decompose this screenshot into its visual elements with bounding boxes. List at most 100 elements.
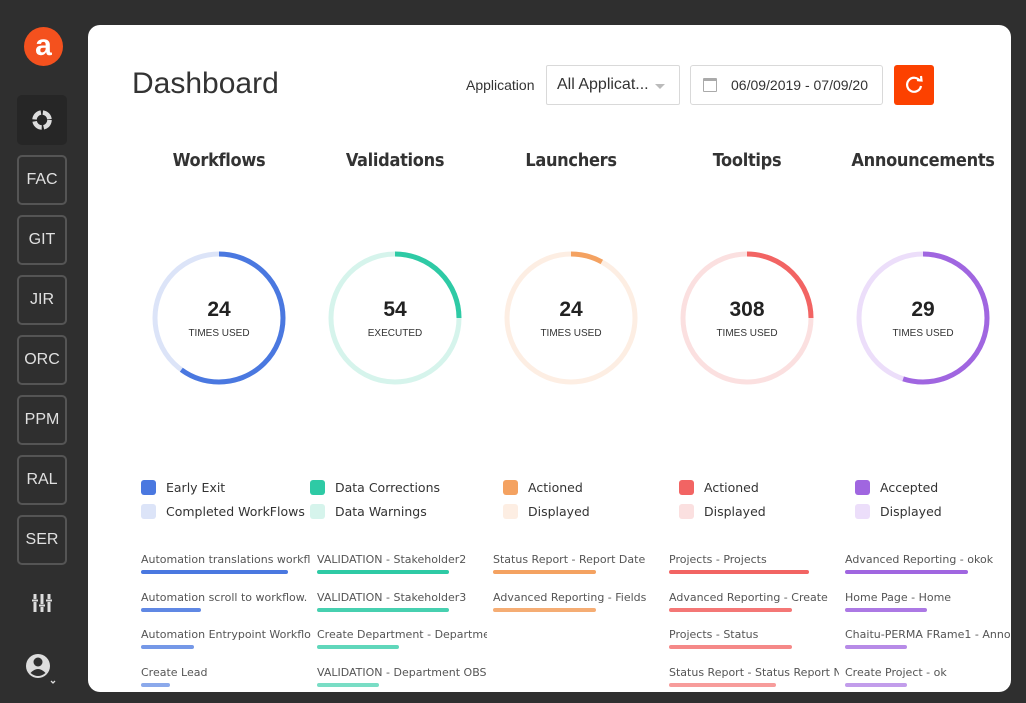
bar-row[interactable]: Create Project - ok: [845, 666, 1011, 693]
donut-chart[interactable]: 54 EXECUTED: [327, 250, 463, 386]
sliders-button[interactable]: [17, 592, 67, 632]
user-menu-button[interactable]: [17, 652, 67, 692]
card-title: Validations: [345, 150, 445, 171]
top-items-list: VALIDATION - Stakeholder2 VALIDATION - S…: [317, 553, 493, 692]
card-title: Announcements: [851, 150, 995, 171]
bar-row[interactable]: Status Report - Report Date: [493, 553, 669, 591]
legend-item: Data Corrections: [310, 480, 486, 504]
bar-label: Create Department - Departme: [317, 628, 487, 641]
legend: Actioned Displayed: [679, 480, 855, 528]
application-label: Application: [466, 77, 535, 93]
application-select[interactable]: All Applicat...: [546, 65, 680, 105]
bar-row[interactable]: Advanced Reporting - Fields: [493, 591, 669, 629]
bar-label: VALIDATION - Department OBS: [317, 665, 487, 679]
sidebar-item-dashboard[interactable]: [17, 95, 67, 145]
legend-swatch: [503, 480, 518, 495]
donut-chart[interactable]: 29 TIMES USED: [855, 250, 991, 386]
legend-swatch: [503, 504, 518, 519]
bar-row[interactable]: VALIDATION - Stakeholder2: [317, 553, 493, 591]
legend-item: Displayed: [679, 504, 855, 528]
date-range-picker[interactable]: 06/09/2019 - 07/09/20: [690, 65, 883, 105]
sidebar-item-ser[interactable]: SER: [17, 515, 67, 565]
legend-swatch: [310, 480, 325, 495]
donut-chart[interactable]: 24 TIMES USED: [151, 250, 287, 386]
bar-row[interactable]: Advanced Reporting - okok: [845, 553, 1011, 591]
top-items-list: Projects - Projects Advanced Reporting -…: [669, 553, 845, 692]
calendar-icon: [703, 78, 717, 92]
chevron-down-icon: [655, 84, 665, 89]
bar-row[interactable]: VALIDATION - Stakeholder3: [317, 591, 493, 629]
card-title: Workflows: [172, 150, 266, 171]
bar-fill: [845, 570, 969, 574]
legend-swatch: [141, 504, 156, 519]
refresh-button[interactable]: [894, 65, 934, 105]
bar-fill: [141, 570, 288, 574]
bar-fill: [845, 607, 928, 612]
bar-fill: [141, 645, 194, 649]
legend-item: Completed WorkFlows: [141, 504, 317, 528]
sidebar-item-fac[interactable]: FAC: [17, 155, 67, 205]
bar-row[interactable]: Chaitu-PERMA FRame1 - Annou: [845, 628, 1011, 666]
legend-item: Data Warnings: [310, 504, 486, 528]
donut-chart[interactable]: 308 TIMES USED: [679, 250, 815, 386]
bar-row[interactable]: Advanced Reporting - Create: [669, 591, 845, 629]
bar-fill: [669, 570, 809, 574]
legend-swatch: [679, 504, 694, 519]
legend-label: Displayed: [528, 504, 590, 519]
app-logo[interactable]: a: [24, 27, 63, 66]
bar-label: Status Report - Report Date: [493, 553, 646, 566]
bar-row[interactable]: Projects - Projects: [669, 553, 845, 591]
donut-label: EXECUTED: [367, 328, 423, 339]
bar-label: Home Page - Home: [845, 590, 952, 604]
bar-row[interactable]: Automation Entrypoint Workflo: [141, 628, 317, 666]
bar-row[interactable]: Automation scroll to workflow.: [141, 591, 317, 629]
top-items-list: Advanced Reporting - okok Home Page - Ho…: [845, 553, 1011, 692]
bar-fill: [317, 570, 450, 574]
sidebar-item-ppm[interactable]: PPM: [17, 395, 67, 445]
bar-label: Automation translations workfl: [141, 553, 311, 566]
legend: Early Exit Completed WorkFlows: [141, 480, 317, 528]
sidebar-item-git[interactable]: GIT: [17, 215, 67, 265]
bar-fill: [317, 682, 379, 687]
bar-label: Status Report - Status Report N: [669, 665, 839, 679]
bar-label: VALIDATION - Stakeholder2: [317, 553, 467, 566]
bar-row[interactable]: Create Lead: [141, 666, 317, 693]
legend: Data Corrections Data Warnings: [310, 480, 486, 528]
bar-row[interactable]: Home Page - Home: [845, 591, 1011, 629]
donut-label: TIMES USED: [540, 328, 602, 339]
bar-row[interactable]: Create Department - Departme: [317, 628, 493, 666]
sidebar-item-jir[interactable]: JIR: [17, 275, 67, 325]
legend-label: Data Warnings: [335, 504, 427, 519]
bar-row[interactable]: VALIDATION - Department OBS: [317, 666, 493, 693]
application-select-value: All Applicat...: [557, 76, 649, 93]
bar-fill: [845, 682, 907, 687]
bar-fill: [845, 645, 907, 649]
bar-row[interactable]: Projects - Status: [669, 628, 845, 666]
bar-label: Create Project - ok: [845, 665, 947, 679]
bar-fill: [669, 607, 793, 612]
legend-swatch: [855, 504, 870, 519]
bar-row[interactable]: Status Report - Status Report N: [669, 666, 845, 693]
legend-item: Accepted: [855, 480, 1011, 504]
legend-swatch: [679, 480, 694, 495]
bar-label: VALIDATION - Stakeholder3: [317, 590, 467, 604]
legend-label: Data Corrections: [335, 480, 440, 495]
sidebar-item-orc[interactable]: ORC: [17, 335, 67, 385]
legend-label: Early Exit: [166, 480, 226, 495]
bar-label: Projects - Status: [669, 628, 759, 641]
legend-item: Actioned: [679, 480, 855, 504]
bar-row[interactable]: Automation translations workfl: [141, 553, 317, 591]
donut-label: TIMES USED: [892, 328, 954, 339]
legend: Actioned Displayed: [503, 480, 679, 528]
sidebar-item-ral[interactable]: RAL: [17, 455, 67, 505]
bar-fill: [493, 607, 596, 612]
donut-value: 24: [207, 298, 231, 321]
legend-label: Completed WorkFlows: [166, 504, 305, 519]
bar-fill: [141, 607, 202, 612]
donut-value: 54: [383, 298, 407, 321]
legend-item: Actioned: [503, 480, 679, 504]
donut-value: 24: [559, 298, 583, 321]
legend-item: Displayed: [503, 504, 679, 528]
dashboard-panel: Dashboard Application All Applicat... 06…: [88, 25, 1011, 692]
donut-chart[interactable]: 24 TIMES USED: [503, 250, 639, 386]
